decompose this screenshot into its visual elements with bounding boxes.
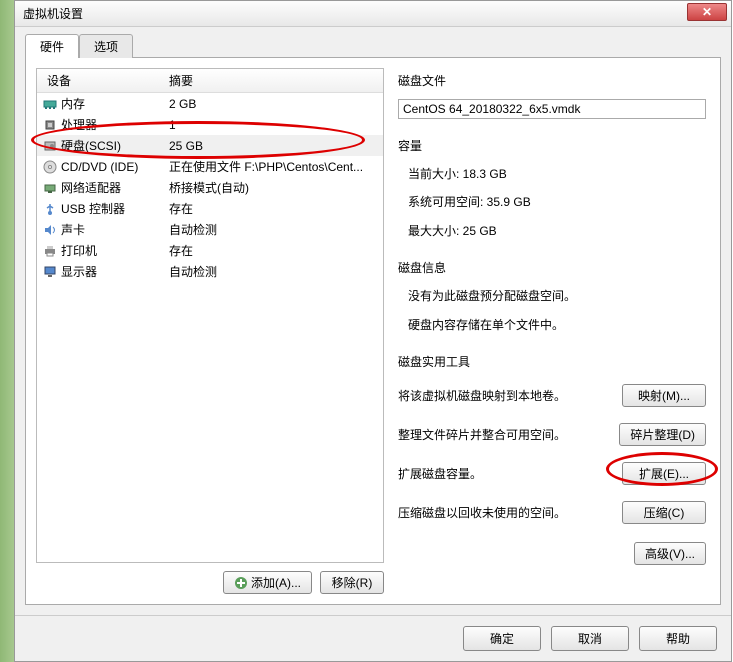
device-name: 内存	[61, 95, 85, 112]
capacity-max: 最大大小: 25 GB	[398, 221, 706, 241]
device-row[interactable]: CD/DVD (IDE) 正在使用文件 F:\PHP\Centos\Cent...	[37, 156, 383, 177]
panel-body: 设备 摘要 内存 2 GB 处理器 1 硬盘(SCSI) 25 GB CD/DVD (IDE…	[25, 57, 721, 605]
window-close-button[interactable]: ✕	[687, 3, 727, 21]
remove-device-button[interactable]: 移除(R)	[320, 571, 384, 594]
window-title: 虚拟机设置	[23, 5, 83, 22]
diskfile-title: 磁盘文件	[398, 72, 706, 89]
device-name: 显示器	[61, 263, 97, 280]
device-summary: 自动检测	[165, 221, 383, 238]
diskinfo-line2: 硬盘内容存储在单个文件中。	[398, 315, 706, 335]
capacity-current: 当前大小: 18.3 GB	[398, 164, 706, 184]
device-row[interactable]: 处理器 1	[37, 114, 383, 135]
device-name: 声卡	[61, 221, 85, 238]
cd-icon	[43, 160, 57, 174]
device-row[interactable]: 声卡 自动检测	[37, 219, 383, 240]
tab-bar: 硬件 选项	[25, 33, 721, 57]
add-device-label: 添加(A)...	[251, 574, 301, 591]
device-row[interactable]: 打印机 存在	[37, 240, 383, 261]
list-header: 设备 摘要	[37, 69, 383, 93]
device-name: 网络适配器	[61, 179, 121, 196]
defrag-button[interactable]: 碎片整理(D)	[619, 423, 706, 446]
capacity-title: 容量	[398, 137, 706, 154]
add-icon	[234, 576, 248, 590]
net-icon	[43, 181, 57, 195]
memory-icon	[43, 97, 57, 111]
printer-icon	[43, 244, 57, 258]
device-summary: 25 GB	[165, 139, 383, 153]
device-name: 打印机	[61, 242, 97, 259]
cancel-button[interactable]: 取消	[551, 626, 629, 651]
tab-hardware[interactable]: 硬件	[25, 34, 79, 58]
device-summary: 存在	[165, 242, 383, 259]
device-name: USB 控制器	[61, 200, 125, 217]
usb-icon	[43, 202, 57, 216]
left-buttons: 添加(A)... 移除(R)	[36, 571, 384, 594]
header-summary: 摘要	[165, 72, 383, 89]
device-row[interactable]: 网络适配器 桥接模式(自动)	[37, 177, 383, 198]
capacity-free: 系统可用空间: 35.9 GB	[398, 192, 706, 212]
map-button[interactable]: 映射(M)...	[622, 384, 706, 407]
device-summary: 正在使用文件 F:\PHP\Centos\Cent...	[165, 158, 383, 175]
device-summary: 1	[165, 118, 383, 132]
device-row[interactable]: USB 控制器 存在	[37, 198, 383, 219]
device-summary: 自动检测	[165, 263, 383, 280]
expand-button[interactable]: 扩展(E)...	[622, 462, 706, 485]
util-map-desc: 将该虚拟机磁盘映射到本地卷。	[398, 387, 614, 404]
content-area: 硬件 选项 设备 摘要 内存 2 GB 处理器 1 硬盘(SCSI) 25 GB CD/DV…	[15, 27, 731, 615]
util-compact-row: 压缩磁盘以回收未使用的空间。 压缩(C)	[398, 497, 706, 528]
diskfile-input[interactable]	[398, 99, 706, 119]
util-defrag-desc: 整理文件碎片并整合可用空间。	[398, 426, 611, 443]
header-device: 设备	[37, 72, 165, 89]
device-name: 硬盘(SCSI)	[61, 137, 121, 154]
device-row[interactable]: 硬盘(SCSI) 25 GB	[37, 135, 383, 156]
advanced-row: 高级(V)...	[398, 536, 706, 565]
sound-icon	[43, 223, 57, 237]
display-icon	[43, 265, 57, 279]
help-button[interactable]: 帮助	[639, 626, 717, 651]
diskinfo-line1: 没有为此磁盘预分配磁盘空间。	[398, 286, 706, 306]
disk-icon	[43, 139, 57, 153]
advanced-button[interactable]: 高级(V)...	[634, 542, 706, 565]
device-summary: 存在	[165, 200, 383, 217]
left-pane: 设备 摘要 内存 2 GB 处理器 1 硬盘(SCSI) 25 GB CD/DVD (IDE…	[36, 68, 384, 594]
compact-button[interactable]: 压缩(C)	[622, 501, 706, 524]
device-row[interactable]: 内存 2 GB	[37, 93, 383, 114]
bottom-bar: 确定 取消 帮助	[15, 615, 731, 661]
util-title: 磁盘实用工具	[398, 353, 706, 370]
titlebar: 虚拟机设置 ✕	[15, 1, 731, 27]
device-summary: 2 GB	[165, 97, 383, 111]
diskinfo-title: 磁盘信息	[398, 259, 706, 276]
cpu-icon	[43, 118, 57, 132]
ok-button[interactable]: 确定	[463, 626, 541, 651]
util-expand-row: 扩展磁盘容量。 扩展(E)...	[398, 458, 706, 489]
util-map-row: 将该虚拟机磁盘映射到本地卷。 映射(M)...	[398, 380, 706, 411]
device-row[interactable]: 显示器 自动检测	[37, 261, 383, 282]
right-pane: 磁盘文件 容量 当前大小: 18.3 GB 系统可用空间: 35.9 GB 最大…	[394, 68, 710, 594]
device-summary: 桥接模式(自动)	[165, 179, 383, 196]
device-name: CD/DVD (IDE)	[61, 160, 138, 174]
util-compact-desc: 压缩磁盘以回收未使用的空间。	[398, 504, 614, 521]
vm-settings-window: 虚拟机设置 ✕ 硬件 选项 设备 摘要 内存 2 GB 处理器 1 硬盘(SCSI) 25…	[14, 0, 732, 662]
device-list[interactable]: 设备 摘要 内存 2 GB 处理器 1 硬盘(SCSI) 25 GB CD/DVD (IDE…	[36, 68, 384, 563]
tab-options[interactable]: 选项	[79, 34, 133, 58]
add-device-button[interactable]: 添加(A)...	[223, 571, 312, 594]
util-defrag-row: 整理文件碎片并整合可用空间。 碎片整理(D)	[398, 419, 706, 450]
device-name: 处理器	[61, 116, 97, 133]
util-expand-desc: 扩展磁盘容量。	[398, 465, 614, 482]
